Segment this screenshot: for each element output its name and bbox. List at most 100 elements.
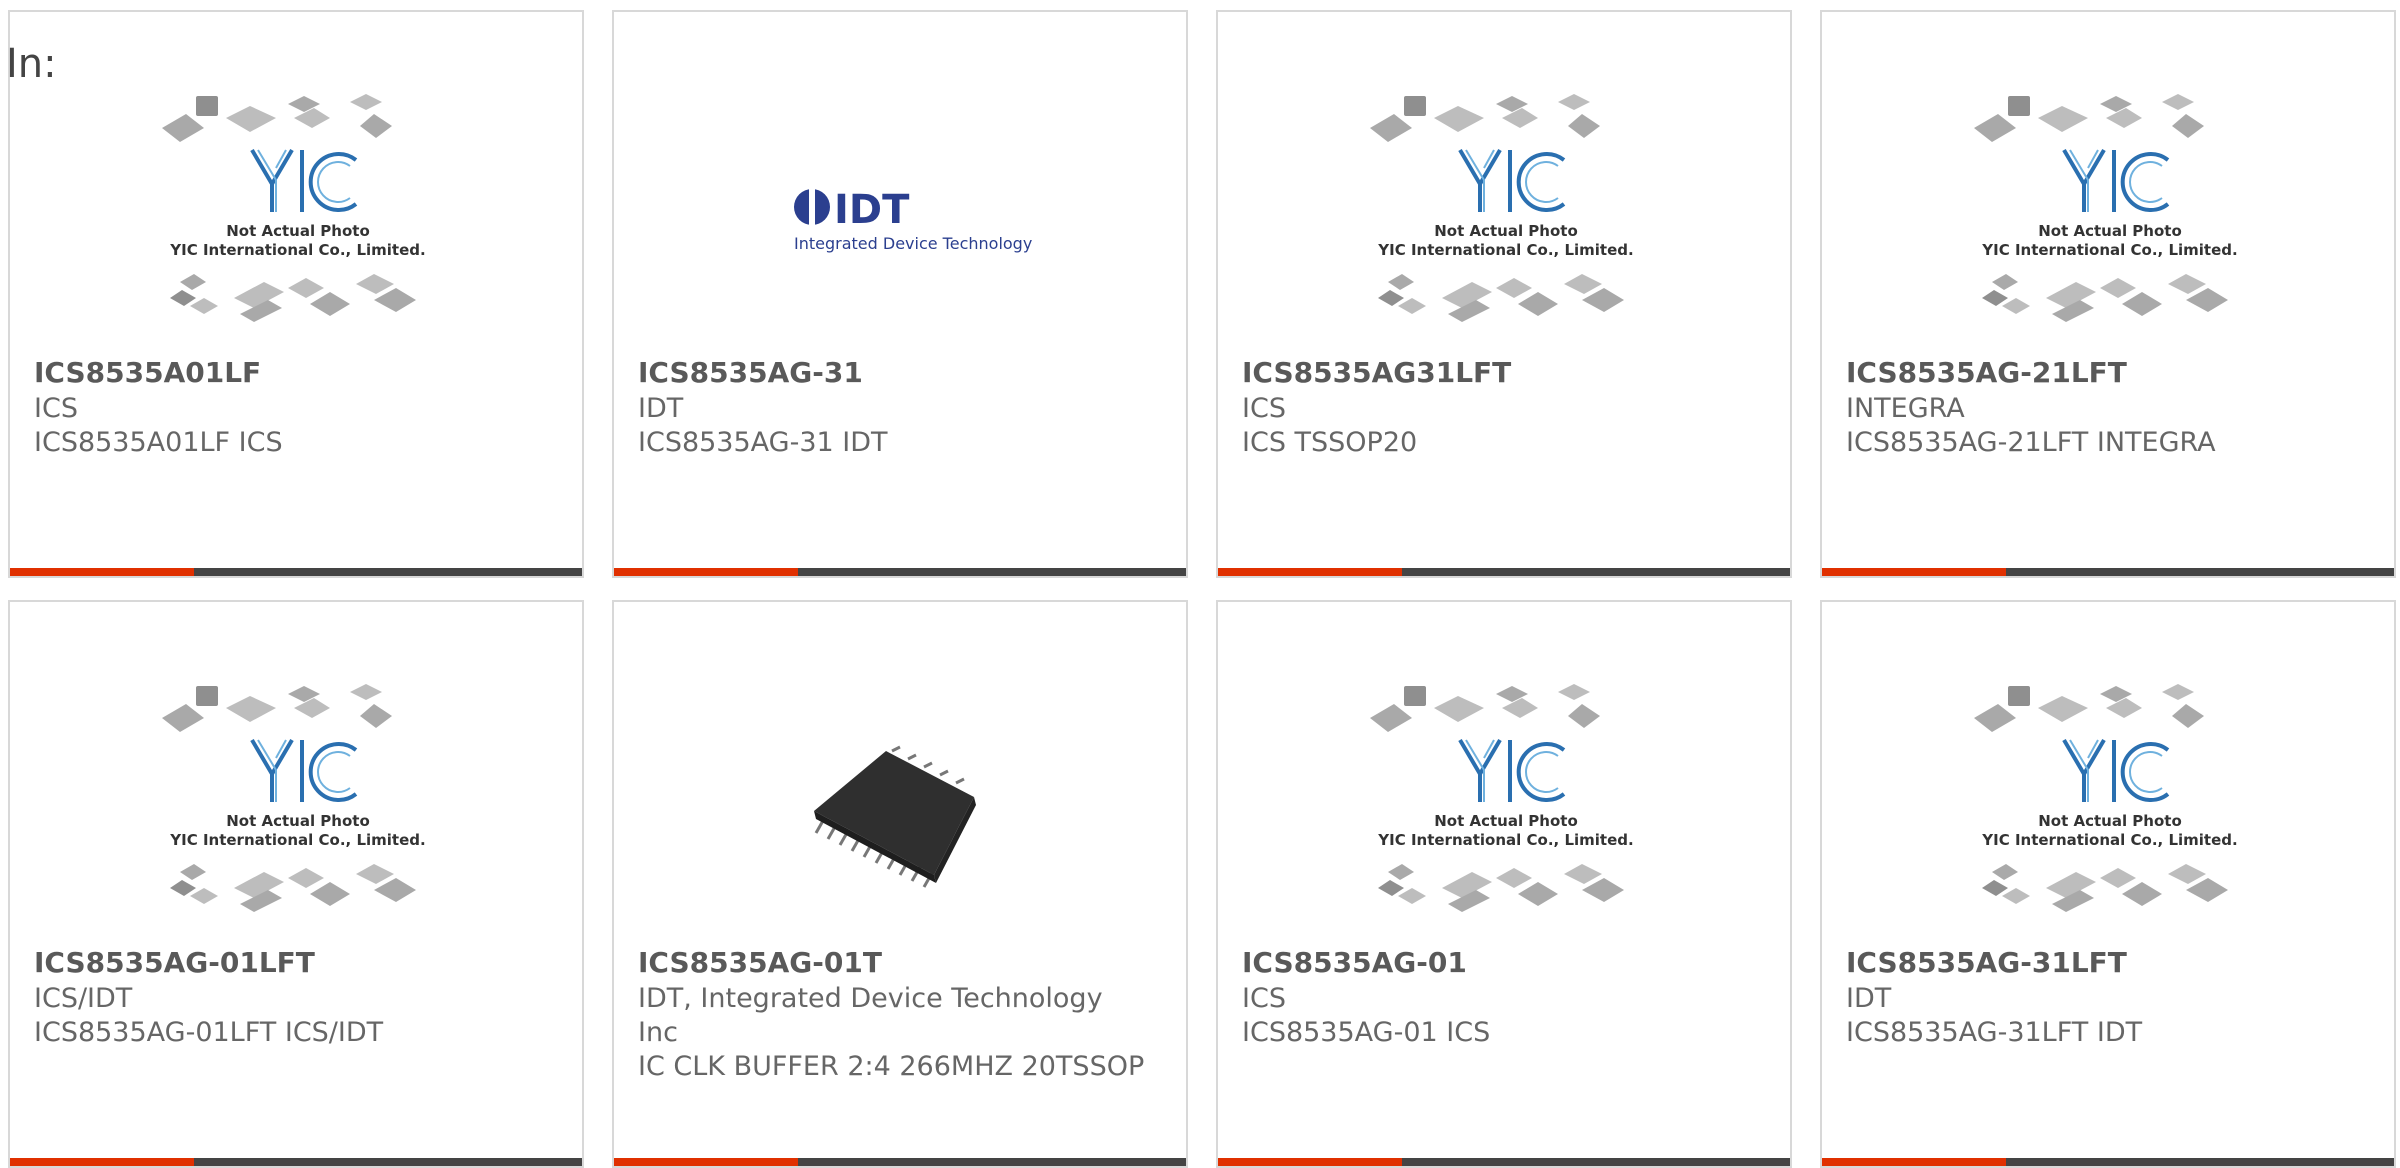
product-brand: INTEGRA xyxy=(1846,393,1965,424)
product-description: IC CLK BUFFER 2:4 266MHZ 20TSSOP xyxy=(638,1051,1145,1082)
product-card[interactable]: Not Actual Photo YIC International Co., … xyxy=(1216,600,1792,1168)
card-accent-bar xyxy=(614,568,798,576)
card-accent-bar xyxy=(1218,1158,1402,1166)
placeholder-line1: Not Actual Photo xyxy=(1434,222,1578,240)
product-brand: ICS xyxy=(1242,983,1286,1014)
card-bottom-bar xyxy=(614,568,1186,576)
product-brand: ICS xyxy=(1242,393,1286,424)
product-brand: IDT xyxy=(638,393,684,424)
in-label: In: xyxy=(6,41,57,87)
card-accent-bar xyxy=(614,1158,798,1166)
card-bottom-bar xyxy=(10,568,582,576)
placeholder-image: Not Actual Photo YIC International Co., … xyxy=(1370,94,1634,322)
product-card[interactable]: ICS8535AG-01T IDT, Integrated Device Tech… xyxy=(612,600,1188,1168)
product-description: ICS8535AG-21LFT INTEGRA xyxy=(1846,427,2216,458)
chip-cluster-bottom-icon xyxy=(1378,274,1624,322)
chip-cluster-bottom-icon xyxy=(170,274,416,322)
product-grid: Not Actual Photo YIC International Co., … xyxy=(0,0,2400,1168)
placeholder-line1: Not Actual Photo xyxy=(2038,222,2182,240)
product-title[interactable]: ICS8535AG-31LFT xyxy=(1846,946,2382,980)
product-brand: IDT xyxy=(1846,983,1892,1014)
placeholder-line1: Not Actual Photo xyxy=(2038,812,2182,830)
placeholder-line2: YIC International Co., Limited. xyxy=(1377,831,1633,849)
product-title[interactable]: ICS8535AG31LFT xyxy=(1242,356,1778,390)
yic-logo-icon xyxy=(250,148,358,212)
placeholder-image: Not Actual Photo YIC International Co., … xyxy=(1370,684,1634,912)
product-title[interactable]: ICS8535AG-01T xyxy=(638,946,1174,980)
card-bottom-bar xyxy=(1218,568,1790,576)
product-card[interactable]: Not Actual Photo YIC International Co., … xyxy=(1820,10,2396,578)
product-title[interactable]: ICS8535A01LF xyxy=(34,356,570,390)
svg-text:Integrated Device Technology: Integrated Device Technology xyxy=(794,234,1032,253)
product-description: ICS8535AG-31LFT IDT xyxy=(1846,1017,2143,1048)
chip-cluster-top-icon xyxy=(162,94,392,142)
placeholder-line2: YIC International Co., Limited. xyxy=(1377,241,1633,259)
product-image[interactable]: IDT Integrated Device Technology xyxy=(764,92,1040,342)
card-bottom-bar xyxy=(1822,568,2394,576)
card-accent-bar xyxy=(1822,1158,2006,1166)
chip-cluster-bottom-icon xyxy=(1982,274,2228,322)
placeholder-line1: Not Actual Photo xyxy=(1434,812,1578,830)
product-brand: IDT, Integrated Device Technology Inc xyxy=(638,983,1103,1048)
yic-logo-icon xyxy=(250,738,358,802)
product-brand: ICS xyxy=(34,393,78,424)
card-accent-bar xyxy=(10,568,194,576)
card-bottom-bar xyxy=(1822,1158,2394,1166)
product-image[interactable]: Not Actual Photo YIC International Co., … xyxy=(1368,92,1644,342)
product-description: ICS8535A01LF ICS xyxy=(34,427,283,458)
product-description: ICS TSSOP20 xyxy=(1242,427,1418,458)
svg-text:IDT: IDT xyxy=(834,187,910,233)
card-bottom-bar xyxy=(614,1158,1186,1166)
placeholder-image: Not Actual Photo YIC International Co., … xyxy=(1974,684,2238,912)
product-title[interactable]: ICS8535AG-01LFT xyxy=(34,946,570,980)
product-image[interactable] xyxy=(764,682,1040,932)
product-card[interactable]: Not Actual Photo YIC International Co., … xyxy=(8,10,584,578)
product-description: ICS8535AG-01 ICS xyxy=(1242,1017,1491,1048)
placeholder-image: Not Actual Photo YIC International Co., … xyxy=(162,684,426,912)
product-image[interactable]: Not Actual Photo YIC International Co., … xyxy=(160,92,436,342)
placeholder-line1: Not Actual Photo xyxy=(226,222,370,240)
yic-logo-icon xyxy=(2062,738,2170,802)
product-card[interactable]: Not Actual Photo YIC International Co., … xyxy=(1216,10,1792,578)
chip-cluster-bottom-icon xyxy=(1982,864,2228,912)
product-card[interactable]: IDT Integrated Device Technology ICS8535… xyxy=(612,10,1188,578)
idt-logo-icon: IDT Integrated Device Technology xyxy=(794,187,1032,253)
product-image[interactable]: Not Actual Photo YIC International Co., … xyxy=(1972,682,2248,932)
yic-logo-icon xyxy=(1458,738,1566,802)
product-image[interactable]: Not Actual Photo YIC International Co., … xyxy=(1368,682,1644,932)
tssop-chip-image xyxy=(814,745,976,888)
placeholder-line2: YIC International Co., Limited. xyxy=(169,241,425,259)
chip-cluster-bottom-icon xyxy=(1378,864,1624,912)
product-card[interactable]: Not Actual Photo YIC International Co., … xyxy=(1820,600,2396,1168)
yic-logo-icon xyxy=(2062,148,2170,212)
product-description: ICS8535AG-31 IDT xyxy=(638,427,888,458)
placeholder-image: Not Actual Photo YIC International Co., … xyxy=(1974,94,2238,322)
chip-cluster-top-icon xyxy=(1974,684,2204,732)
card-accent-bar xyxy=(10,1158,194,1166)
placeholder-line2: YIC International Co., Limited. xyxy=(1981,241,2237,259)
card-bottom-bar xyxy=(10,1158,582,1166)
tssop-chip-icon xyxy=(814,745,976,888)
placeholder-line2: YIC International Co., Limited. xyxy=(1981,831,2237,849)
chip-cluster-top-icon xyxy=(1370,684,1600,732)
idt-logo-image: IDT Integrated Device Technology xyxy=(794,187,1032,253)
placeholder-line1: Not Actual Photo xyxy=(226,812,370,830)
yic-logo-icon xyxy=(1458,148,1566,212)
product-title[interactable]: ICS8535AG-31 xyxy=(638,356,1174,390)
product-image[interactable]: Not Actual Photo YIC International Co., … xyxy=(1972,92,2248,342)
product-brand: ICS/IDT xyxy=(34,983,133,1014)
card-accent-bar xyxy=(1822,568,2006,576)
product-description: ICS8535AG-01LFT ICS/IDT xyxy=(34,1017,384,1048)
chip-cluster-bottom-icon xyxy=(170,864,416,912)
placeholder-image: Not Actual Photo YIC International Co., … xyxy=(162,94,426,322)
placeholder-line2: YIC International Co., Limited. xyxy=(169,831,425,849)
card-accent-bar xyxy=(1218,568,1402,576)
card-bottom-bar xyxy=(1218,1158,1790,1166)
chip-cluster-top-icon xyxy=(1974,94,2204,142)
chip-cluster-top-icon xyxy=(162,684,392,732)
product-card[interactable]: Not Actual Photo YIC International Co., … xyxy=(8,600,584,1168)
chip-cluster-top-icon xyxy=(1370,94,1600,142)
product-title[interactable]: ICS8535AG-21LFT xyxy=(1846,356,2382,390)
product-image[interactable]: Not Actual Photo YIC International Co., … xyxy=(160,682,436,932)
product-title[interactable]: ICS8535AG-01 xyxy=(1242,946,1778,980)
